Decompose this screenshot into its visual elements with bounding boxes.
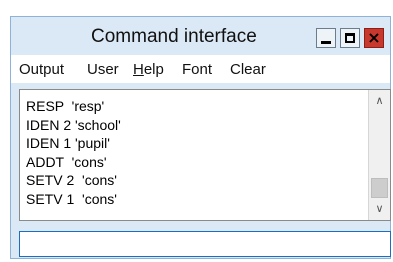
minimize-button[interactable]	[316, 28, 336, 48]
output-pane[interactable]: RESP 'resp' IDEN 2 'school' IDEN 1 'pupi…	[19, 89, 391, 221]
output-line: IDEN 1 'pupil'	[26, 135, 110, 151]
menu-font[interactable]: Font	[182, 61, 212, 78]
output-line: SETV 1 'cons'	[26, 190, 117, 207]
vertical-scrollbar[interactable]: ∧ ∨	[368, 90, 390, 220]
close-button[interactable]: ×	[364, 28, 384, 48]
scroll-up-icon[interactable]: ∧	[369, 92, 390, 110]
window-title: Command interface	[91, 26, 257, 47]
menu-clear-label: Clear	[230, 61, 266, 78]
menu-bar: Output User Help Font Clear	[11, 55, 390, 83]
maximize-icon	[345, 33, 355, 43]
maximize-button[interactable]	[340, 28, 360, 48]
menu-help[interactable]: Help	[133, 61, 164, 78]
title-bar[interactable]: Command interface ×	[11, 17, 390, 55]
minimize-icon	[321, 41, 331, 44]
menu-user-label: User	[87, 61, 119, 78]
menu-help-label: elp	[143, 61, 164, 78]
output-line: IDEN 2 'school'	[26, 116, 121, 133]
menu-output-label: Output	[19, 61, 65, 78]
output-line: SETV 2 'cons'	[26, 172, 117, 188]
scrollbar-thumb[interactable]	[371, 178, 388, 198]
output-line: RESP 'resp'	[26, 98, 105, 114]
close-icon: ×	[367, 28, 381, 47]
command-input[interactable]	[19, 231, 391, 257]
output-lines: RESP 'resp' IDEN 2 'school' IDEN 1 'pupi…	[26, 97, 121, 208]
command-interface-window: Command interface × Output User Help Fon…	[10, 16, 391, 259]
menu-help-accelerator: H	[133, 61, 144, 78]
menu-output[interactable]: Output	[19, 61, 64, 78]
output-line: ADDT 'cons'	[26, 153, 107, 170]
menu-font-label: Font	[182, 61, 213, 78]
scroll-down-icon[interactable]: ∨	[369, 200, 390, 218]
menu-user[interactable]: User	[87, 61, 119, 78]
menu-clear[interactable]: Clear	[230, 61, 266, 78]
